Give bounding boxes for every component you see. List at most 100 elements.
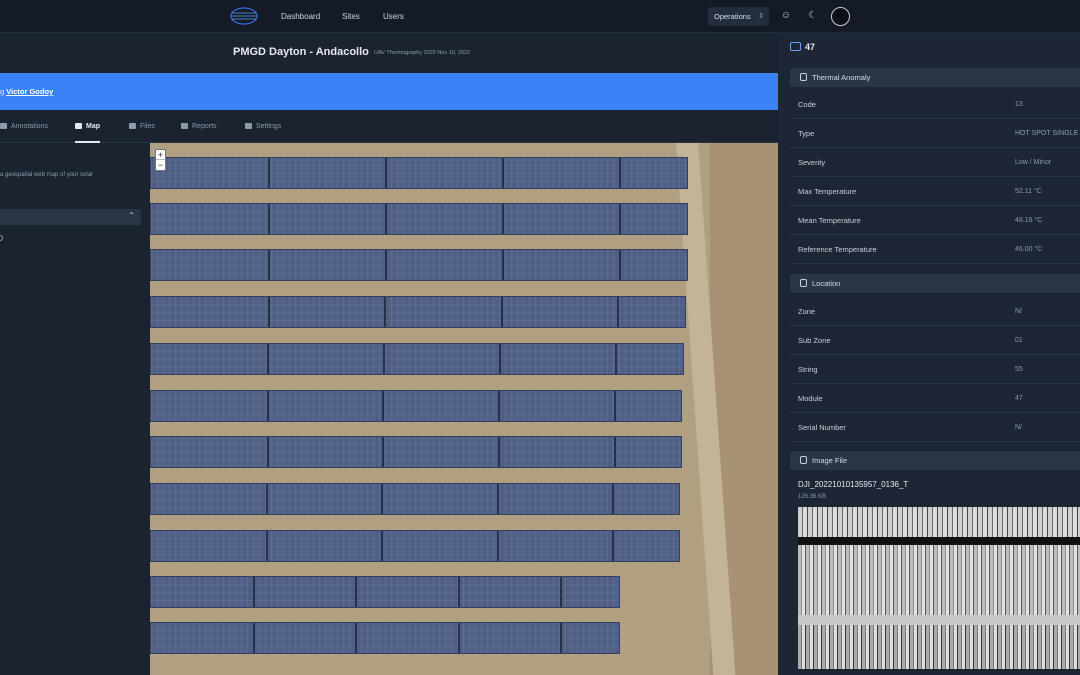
panel-row <box>150 436 682 468</box>
panel-grid <box>151 391 681 421</box>
panel-segment-divider <box>613 437 616 467</box>
panel-grid <box>151 577 619 607</box>
panel-segment-divider <box>267 250 270 280</box>
panel-grid <box>151 204 687 234</box>
support-icon[interactable]: ☺ <box>779 9 793 23</box>
operations-label: Operations <box>714 12 751 21</box>
panel-segment-divider <box>613 391 616 421</box>
tab-map[interactable]: Map <box>75 110 100 143</box>
panel-segment-divider <box>496 484 499 514</box>
panel-segment-divider <box>618 250 621 280</box>
panel-segment-divider <box>384 158 387 188</box>
thermal-row: Max Temperature 52.11 °C <box>790 177 1080 206</box>
tab-reports[interactable]: Reports <box>181 110 217 143</box>
location-arrow-icon <box>800 279 807 287</box>
field-label: Serial Number <box>798 423 846 432</box>
panel-segment-divider <box>611 531 614 561</box>
logo-icon[interactable] <box>229 6 259 26</box>
panel-segment-divider <box>500 297 503 327</box>
panel-segment-divider <box>266 437 269 467</box>
panel-segment-divider <box>267 297 270 327</box>
panel-grid <box>151 437 681 467</box>
map-view[interactable]: + − <box>150 143 778 675</box>
thermal-row: Severity Low / Minor <box>790 148 1080 177</box>
field-label: Max Temperature <box>798 187 857 196</box>
select-caret-icon: ⇕ <box>758 13 764 20</box>
annotations-icon <box>0 123 7 129</box>
banner-user-link[interactable]: Victor Godoy <box>6 87 53 96</box>
panel-segment-divider <box>501 250 504 280</box>
tab-annotations[interactable]: Annotations <box>0 110 48 143</box>
field-label: Sub Zone <box>798 336 831 345</box>
image-band <box>798 545 1080 615</box>
files-icon <box>129 123 136 129</box>
thermal-image[interactable] <box>798 507 1080 669</box>
panel-segment-divider <box>267 158 270 188</box>
field-value: 48.16 °C <box>1015 217 1043 224</box>
panel-segment-divider <box>382 437 385 467</box>
panel-segment-divider <box>384 250 387 280</box>
field-value: 52.11 °C <box>1015 188 1042 195</box>
top-navbar: Dashboard Sites Users Operations ⇕ ☺ ☾ <box>0 0 1080 33</box>
moon-icon[interactable]: ☾ <box>806 9 820 23</box>
panel-segment-divider <box>355 577 358 607</box>
field-value: 47 <box>1015 395 1023 402</box>
file-name: DJI_20221010135957_0136_T <box>798 480 909 489</box>
field-value: N/ <box>1015 308 1022 315</box>
panel-segment-divider <box>457 623 460 653</box>
nav-dashboard[interactable]: Dashboard <box>281 0 320 33</box>
tab-files[interactable]: Files <box>129 110 155 143</box>
image-band <box>798 537 1080 545</box>
panel-header: 47 <box>778 33 1080 63</box>
anomaly-icon <box>790 42 801 51</box>
location-row: String 55 <box>790 355 1080 384</box>
panel-grid <box>151 484 679 514</box>
tab-label: Reports <box>192 123 217 130</box>
panel-segment-divider <box>253 577 256 607</box>
layer-radio[interactable] <box>0 235 3 241</box>
field-value: 46.00 °C <box>1015 246 1043 253</box>
panel-segment-divider <box>383 344 386 374</box>
avatar[interactable] <box>831 7 850 26</box>
location-section-header: Location <box>790 274 1080 293</box>
panel-grid <box>151 250 687 280</box>
tab-bar: Annotations Map Files Reports Settings <box>0 110 778 143</box>
panel-segment-divider <box>253 623 256 653</box>
operations-select[interactable]: Operations ⇕ <box>708 7 769 26</box>
location-row: Module 47 <box>790 384 1080 413</box>
nav-users[interactable]: Users <box>383 0 404 33</box>
image-band <box>798 507 1080 537</box>
field-label: Reference Temperature <box>798 245 877 254</box>
info-banner: g Victor Godoy <box>0 73 778 110</box>
panel-row <box>150 249 688 281</box>
layers-accordion[interactable]: ⌃ <box>0 209 141 225</box>
panel-row <box>150 296 686 328</box>
thermal-row: Type HOT SPOT SINGLE <box>790 119 1080 148</box>
image-band <box>798 625 1080 669</box>
zoom-control: + − <box>155 149 166 171</box>
main-area: PMGD Dayton - Andacollo UAV Thermography… <box>0 33 778 675</box>
map-sidebar: a geospatial web map of your solar ⌃ <box>0 143 150 675</box>
zoom-out-button[interactable]: − <box>156 160 165 170</box>
tab-settings[interactable]: Settings <box>245 110 281 143</box>
panel-segment-divider <box>497 437 500 467</box>
panel-segment-divider <box>355 623 358 653</box>
field-label: Severity <box>798 158 826 167</box>
nav-sites[interactable]: Sites <box>342 0 360 33</box>
location-row: Sub Zone 01 <box>790 326 1080 355</box>
panel-segment-divider <box>615 344 618 374</box>
panel-grid <box>151 623 619 653</box>
location-row: Serial Number N/ <box>790 413 1080 442</box>
image-icon <box>800 456 807 464</box>
field-value: 01 <box>1015 337 1023 344</box>
map-icon <box>75 123 82 129</box>
thermal-row: Mean Temperature 48.16 °C <box>790 206 1080 235</box>
panel-row <box>150 483 680 515</box>
zoom-in-button[interactable]: + <box>156 150 165 160</box>
panel-segment-divider <box>499 344 502 374</box>
page-title: PMGD Dayton - Andacollo <box>233 46 369 58</box>
page-subtitle: UAV Thermography 2022 Nov 10, 2022 <box>374 50 471 56</box>
panel-segment-divider <box>559 623 562 653</box>
thermal-row: Reference Temperature 46.00 °C <box>790 235 1080 264</box>
panel-segment-divider <box>267 204 270 234</box>
